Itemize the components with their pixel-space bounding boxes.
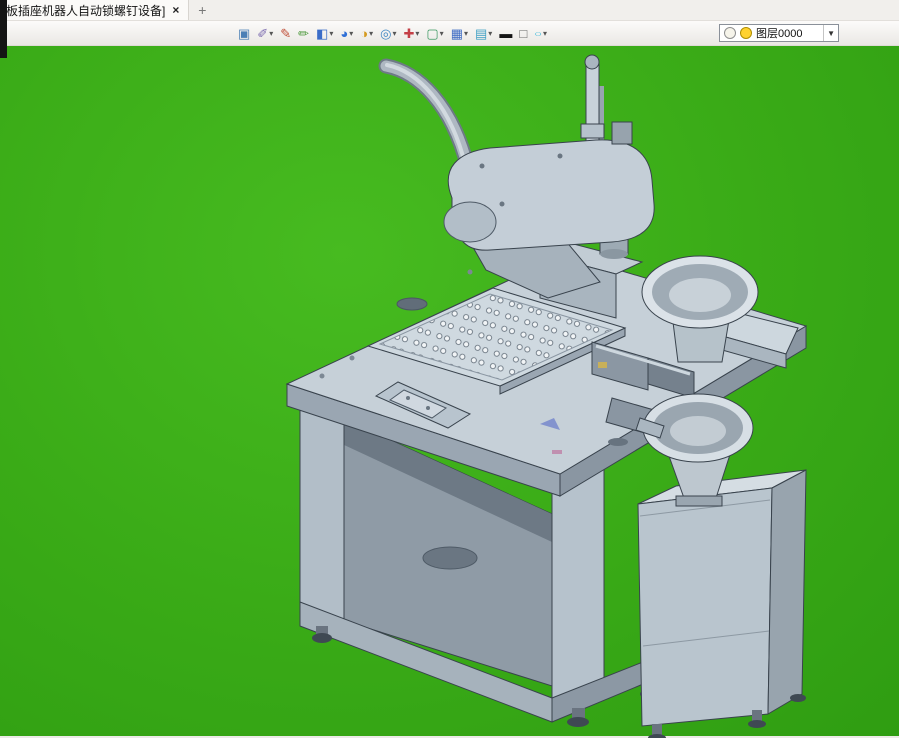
eyedropper-dropdown-caret-icon[interactable]: ▾ bbox=[269, 29, 273, 38]
app-window: 板插座机器人自动锁螺钉设备] × + ▣ ✐ ▾ ✎ ✏ ◧ ▾ ◕ ▾ ◑ ▾ ◎ ▾ ✚ ▾ ▢ ▾ ▦ ▾ ▤ ▾… bbox=[0, 0, 899, 738]
locate-icon: ✚ bbox=[403, 25, 415, 41]
display-mode-button[interactable]: ▤ ▾ bbox=[473, 23, 494, 43]
robot-cable[interactable] bbox=[378, 58, 476, 176]
layer-active-bulb-icon[interactable] bbox=[740, 27, 752, 39]
ellipse-style-icon: ○ bbox=[534, 28, 543, 38]
tab-bar: 板插座机器人自动锁螺钉设备] × + bbox=[0, 0, 899, 21]
toolbar-buttons: ▣ ✐ ▾ ✎ ✏ ◧ ▾ ◕ ▾ ◑ ▾ ◎ ▾ ✚ ▾ ▢ ▾ ▦ ▾ ▤ ▾ ▬ □ ○ ▾ bbox=[236, 23, 549, 43]
color-swatch-button[interactable]: □ bbox=[517, 23, 529, 43]
stand-cabinet[interactable] bbox=[637, 469, 807, 738]
3d-model-scara-screw-machine[interactable] bbox=[0, 46, 899, 738]
line-width-button[interactable]: ▬ bbox=[497, 23, 514, 43]
color-wheel-icon: ◑ bbox=[360, 25, 369, 41]
pen-button[interactable]: ✎ bbox=[278, 23, 293, 43]
locate-button[interactable]: ✚ ▾ bbox=[401, 23, 421, 43]
color-swatch-icon: □ bbox=[519, 25, 528, 41]
left-edge-panel bbox=[0, 0, 7, 58]
new-tab-button[interactable]: + bbox=[189, 0, 215, 20]
toolbar: ▣ ✐ ▾ ✎ ✏ ◧ ▾ ◕ ▾ ◑ ▾ ◎ ▾ ✚ ▾ ▢ ▾ ▦ ▾ ▤ ▾ ▬ □ ○ ▾ 图层0000 ▼ bbox=[0, 21, 899, 46]
axis-grid-icon: ▦ bbox=[450, 25, 463, 41]
paint-sphere-icon: ◕ bbox=[340, 25, 349, 41]
eyedropper-icon: ✐ bbox=[257, 25, 269, 41]
axis-grid-button[interactable]: ▦ ▾ bbox=[449, 23, 470, 43]
brush-button[interactable]: ✏ bbox=[296, 23, 311, 43]
zoom-icon: ◎ bbox=[380, 25, 392, 41]
display-mode-icon: ▤ bbox=[475, 25, 488, 41]
frame-select-button[interactable]: ▢ ▾ bbox=[424, 23, 445, 43]
layer-dropdown-caret-icon[interactable]: ▼ bbox=[823, 25, 838, 41]
frame-select-dropdown-caret-icon[interactable]: ▾ bbox=[440, 29, 444, 38]
solid-cube-dropdown-caret-icon[interactable]: ▾ bbox=[329, 29, 333, 38]
layer-visibility-bulb-icon[interactable] bbox=[724, 27, 736, 39]
color-wheel-dropdown-caret-icon[interactable]: ▾ bbox=[369, 29, 373, 38]
ellipse-style-button[interactable]: ○ ▾ bbox=[532, 23, 549, 43]
display-mode-dropdown-caret-icon[interactable]: ▾ bbox=[488, 29, 492, 38]
paint-sphere-button[interactable]: ◕ ▾ bbox=[338, 23, 355, 43]
zoom-dropdown-caret-icon[interactable]: ▾ bbox=[392, 29, 396, 38]
view-window-icon: ▣ bbox=[238, 25, 251, 41]
solid-cube-button[interactable]: ◧ ▾ bbox=[314, 23, 335, 43]
color-wheel-button[interactable]: ◑ ▾ bbox=[358, 23, 375, 43]
eyedropper-button[interactable]: ✐ ▾ bbox=[255, 23, 275, 43]
pen-icon: ✎ bbox=[280, 25, 292, 41]
document-tab-title: 板插座机器人自动锁螺钉设备] bbox=[6, 3, 166, 18]
view-window-button[interactable]: ▣ bbox=[236, 23, 252, 43]
3d-viewport[interactable] bbox=[0, 46, 899, 738]
locate-dropdown-caret-icon[interactable]: ▾ bbox=[415, 29, 419, 38]
document-tab[interactable]: 板插座机器人自动锁螺钉设备] × bbox=[0, 0, 190, 20]
line-width-icon: ▬ bbox=[499, 25, 513, 41]
axis-grid-dropdown-caret-icon[interactable]: ▾ bbox=[464, 29, 468, 38]
layer-combobox[interactable]: 图层0000 ▼ bbox=[719, 24, 839, 42]
frame-select-icon: ▢ bbox=[426, 25, 439, 41]
paint-sphere-dropdown-caret-icon[interactable]: ▾ bbox=[349, 29, 353, 38]
tab-close-icon[interactable]: × bbox=[172, 4, 179, 16]
ellipse-style-dropdown-caret-icon[interactable]: ▾ bbox=[543, 29, 547, 38]
layer-name-value: 图层0000 bbox=[756, 28, 803, 40]
solid-cube-icon: ◧ bbox=[316, 25, 329, 41]
zoom-button[interactable]: ◎ ▾ bbox=[378, 23, 398, 43]
brush-icon: ✏ bbox=[298, 25, 310, 41]
